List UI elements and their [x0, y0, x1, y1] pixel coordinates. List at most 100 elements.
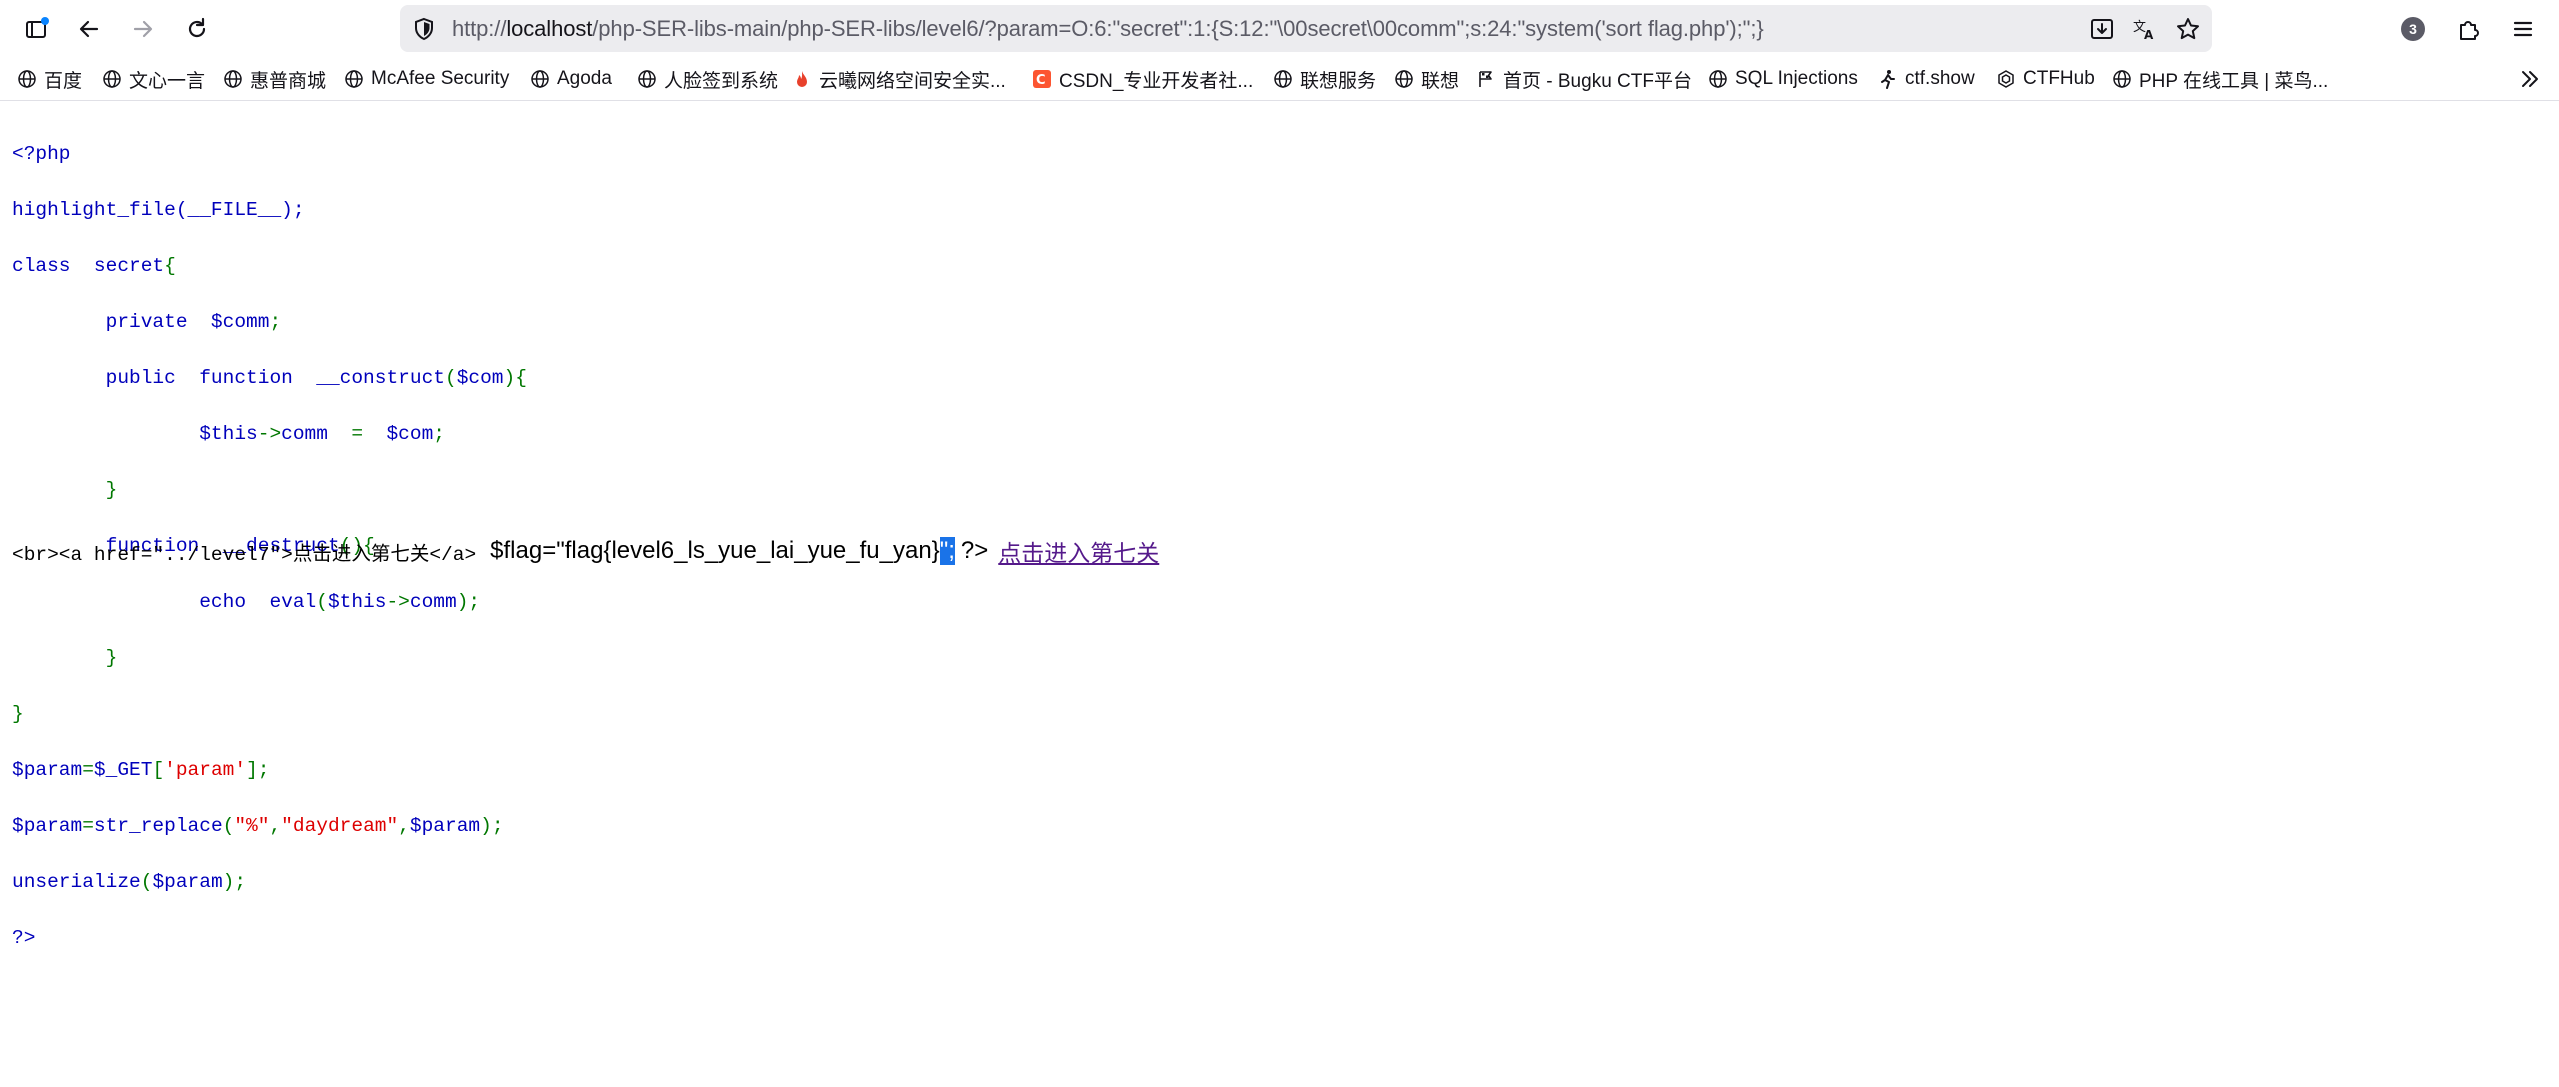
- code-token: ->: [386, 591, 410, 613]
- bookmark-item[interactable]: McAfee Security: [343, 66, 509, 92]
- globe-icon: [529, 68, 551, 90]
- code-line: $param=$_GET['param'];: [12, 756, 527, 784]
- code-token: [: [152, 759, 165, 781]
- runner-icon: [1877, 68, 1899, 90]
- double-chevron-right-icon: [2522, 71, 2538, 87]
- bookmark-item[interactable]: 惠普商城: [222, 66, 326, 92]
- back-button[interactable]: [70, 10, 108, 48]
- bookmark-item[interactable]: 百度: [16, 66, 82, 92]
- code-token: ,: [398, 815, 410, 837]
- bookmark-label: CTFHub: [2023, 68, 2095, 89]
- code-line: <?php: [12, 143, 71, 165]
- code-token: ->: [257, 423, 282, 445]
- puzzle-icon: [2460, 21, 2479, 40]
- tab-overview-button[interactable]: [18, 10, 56, 48]
- globe-icon: [1272, 68, 1294, 90]
- bookmark-item[interactable]: CTFHub: [1995, 66, 2095, 92]
- bookmark-item[interactable]: ctf.show: [1877, 66, 1975, 92]
- code-line: ?>: [12, 927, 36, 949]
- code-token: private $comm: [12, 311, 270, 333]
- browser-toolbar: http://localhost/php-SER-libs-main/php-S…: [0, 0, 2559, 58]
- translate-icon[interactable]: 文 A: [2130, 15, 2158, 43]
- code-token: class secret: [12, 255, 165, 277]
- code-token: (: [222, 815, 235, 837]
- code-token: "daydream": [281, 815, 399, 837]
- url-text[interactable]: http://localhost/php-SER-libs-main/php-S…: [452, 16, 1764, 42]
- bookmarks-toolbar: 百度 文心一言 惠普商城 McAfee Security Agoda 人脸签到系…: [0, 58, 2559, 101]
- bookmark-item[interactable]: 文心一言: [101, 66, 205, 92]
- bookmark-item[interactable]: 云曦网络空间安全实...: [791, 66, 1006, 92]
- bookmark-label: 联想: [1421, 70, 1460, 92]
- code-token: $param: [409, 815, 481, 837]
- reload-button[interactable]: [178, 10, 216, 48]
- forward-button[interactable]: [124, 10, 162, 48]
- code-token: ){: [503, 367, 527, 389]
- reload-icon: [188, 17, 206, 38]
- bookmark-label: McAfee Security: [371, 68, 510, 89]
- extensions-count-badge[interactable]: 3: [2401, 17, 2425, 41]
- code-token: );: [480, 815, 504, 837]
- globe-icon: [2111, 68, 2133, 90]
- code-line: }: [12, 479, 118, 501]
- bookmarks-overflow-button[interactable]: [2515, 64, 2545, 94]
- bookmark-item[interactable]: 人脸签到系统: [636, 66, 778, 92]
- code-token: public function __construct: [12, 367, 445, 389]
- code-token: =: [82, 759, 94, 781]
- bookmark-label: PHP 在线工具 | 菜鸟...: [2139, 70, 2329, 92]
- code-line: echo eval($this->comm);: [12, 588, 527, 616]
- globe-icon: [1393, 68, 1415, 90]
- code-line: $this->comm = $com;: [12, 420, 527, 448]
- extensions-button[interactable]: [2450, 10, 2488, 48]
- bookmark-label: Agoda: [557, 68, 612, 89]
- bookmark-item[interactable]: 联想: [1393, 66, 1459, 92]
- url-path: /php-SER-libs-main/php-SER-libs/level6/?…: [592, 16, 1764, 41]
- php-closing-tag: ?>: [960, 537, 989, 564]
- code-token: "%": [234, 815, 270, 837]
- bookmark-item[interactable]: 联想服务: [1272, 66, 1376, 92]
- code-token: $_GET: [93, 759, 153, 781]
- code-line: $param=str_replace("%","daydream",$param…: [12, 812, 527, 840]
- code-token: str_replace: [93, 815, 223, 837]
- address-bar[interactable]: http://localhost/php-SER-libs-main/php-S…: [400, 5, 2212, 52]
- bookmark-item[interactable]: Agoda: [529, 66, 612, 92]
- code-line: private $comm;: [12, 308, 527, 336]
- app-menu-button[interactable]: [2504, 10, 2542, 48]
- code-token: =: [82, 815, 94, 837]
- code-token: (: [444, 367, 457, 389]
- output-html-source: <br><a href="../level7">点击进入第七关</a>: [12, 543, 477, 566]
- bookmark-label: 百度: [44, 70, 83, 92]
- flame-icon: [791, 68, 813, 90]
- code-token: (: [316, 591, 328, 613]
- bookmark-star-icon[interactable]: [2174, 15, 2202, 43]
- code-token: {: [164, 255, 176, 277]
- sidebar-icon: [26, 17, 49, 38]
- globe-icon: [101, 68, 123, 90]
- url-host: localhost: [506, 16, 593, 41]
- code-token: ];: [246, 759, 270, 781]
- globe-icon: [222, 68, 244, 90]
- back-arrow-icon: [79, 20, 99, 38]
- bookmark-label: 惠普商城: [250, 70, 327, 92]
- bookmark-label: 联想服务: [1300, 70, 1377, 92]
- forward-arrow-icon: [133, 20, 153, 38]
- page-output-line: <br><a href="../level7">点击进入第七关</a> $fla…: [12, 531, 1159, 571]
- next-level-link[interactable]: 点击进入第七关: [998, 534, 1159, 568]
- code-token: $param: [152, 871, 223, 893]
- shield-icon[interactable]: [410, 15, 438, 43]
- bookmark-label: ctf.show: [1905, 68, 1975, 89]
- code-token: $com: [386, 423, 434, 445]
- bookmark-label: 首页 - Bugku CTF平台: [1503, 70, 1692, 92]
- code-token: 'param': [164, 759, 247, 781]
- bookmark-item[interactable]: SQL Injections: [1707, 66, 1858, 92]
- code-token: ,: [269, 815, 282, 837]
- svg-text:A: A: [2144, 28, 2154, 42]
- bookmark-item[interactable]: PHP 在线工具 | 菜鸟...: [2111, 66, 2328, 92]
- code-token: );: [222, 871, 247, 893]
- bookmark-item[interactable]: 首页 - Bugku CTF平台: [1475, 66, 1692, 92]
- save-page-icon[interactable]: [2088, 15, 2116, 43]
- code-line: }: [12, 703, 24, 725]
- bookmark-label: 云曦网络空间安全实...: [819, 70, 1006, 92]
- bookmark-item[interactable]: C CSDN_专业开发者社...: [1031, 66, 1253, 92]
- globe-icon: [636, 68, 658, 90]
- code-line: public function __construct($com){: [12, 364, 527, 392]
